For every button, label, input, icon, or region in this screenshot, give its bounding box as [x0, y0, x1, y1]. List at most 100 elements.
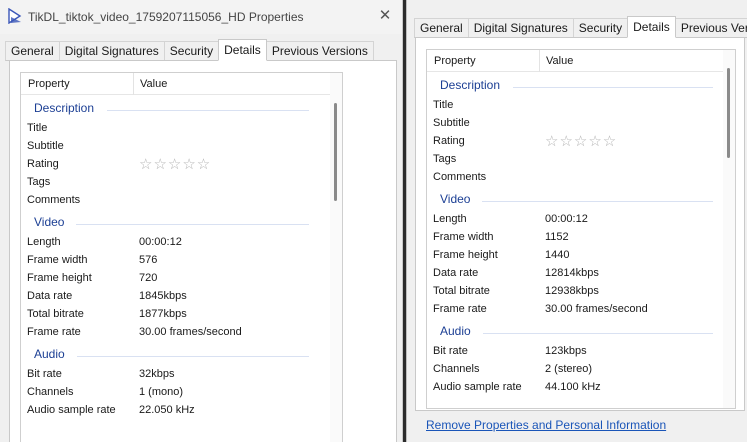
column-value[interactable]: Value [546, 55, 573, 67]
column-value[interactable]: Value [140, 78, 167, 90]
list-item[interactable]: Length 00:00:12 [427, 210, 723, 228]
group-divider [76, 224, 309, 225]
property-label: Tags [27, 176, 51, 188]
tab-security[interactable]: Security [163, 41, 220, 61]
group-audio: Audio [440, 324, 471, 338]
group-divider [482, 201, 713, 202]
property-value: 1152 [545, 231, 569, 243]
column-divider[interactable] [539, 50, 540, 72]
list-item[interactable]: Frame rate 30.00 frames/second [21, 323, 330, 341]
tab-general[interactable]: General [5, 41, 60, 61]
group-description: Description [440, 78, 501, 92]
property-label: Audio sample rate [27, 404, 116, 416]
tab-details[interactable]: Details [218, 39, 267, 61]
list-item[interactable]: Rating ☆☆☆☆☆ [21, 155, 330, 173]
list-item[interactable]: Total bitrate 1877kbps [21, 305, 330, 323]
list-item[interactable]: Rating ☆☆☆☆☆ [427, 132, 723, 150]
list-item[interactable]: Bit rate 32kbps [21, 365, 330, 383]
property-value: 720 [139, 272, 158, 284]
property-value: 12938kbps [545, 285, 599, 297]
list-item[interactable]: Frame height 1440 [427, 246, 723, 264]
list-item[interactable]: Title [427, 96, 723, 114]
property-value: 1845kbps [139, 290, 187, 302]
list-item[interactable]: Audio sample rate 22.050 kHz [21, 401, 330, 419]
scrollbar-thumb[interactable] [727, 68, 730, 158]
title-bar: TikDL_tiktok_video_1759207115056_HD Prop… [0, 0, 402, 34]
property-value: 12814kbps [545, 267, 599, 279]
tab-details[interactable]: Details [627, 16, 676, 38]
property-label: Frame width [433, 231, 494, 243]
details-panel: Property Value Description Title Subtitl… [9, 60, 397, 442]
window-title: TikDL_tiktok_video_1759207115056_HD Prop… [28, 10, 304, 24]
property-label: Frame rate [433, 303, 487, 315]
column-property[interactable]: Property [28, 78, 70, 90]
property-value: 30.00 frames/second [545, 303, 648, 315]
tab-previous-versions[interactable]: Previous Versions [674, 18, 747, 38]
property-label: Length [433, 213, 467, 225]
column-property[interactable]: Property [434, 55, 476, 67]
column-header: Property Value [21, 73, 330, 95]
property-list[interactable]: Property Value Description Title Subtitl… [20, 72, 343, 442]
scrollbar-thumb[interactable] [334, 103, 337, 201]
property-label: Comments [27, 194, 81, 206]
list-item[interactable]: Data rate 12814kbps [427, 264, 723, 282]
list-item[interactable]: Audio sample rate 44.100 kHz [427, 378, 723, 396]
group-divider [107, 110, 309, 111]
list-item[interactable]: Frame rate 30.00 frames/second [427, 300, 723, 318]
property-value: 1 (mono) [139, 386, 184, 398]
property-label: Data rate [27, 290, 73, 302]
list-item[interactable]: Channels 1 (mono) [21, 383, 330, 401]
list-item[interactable]: Frame width 576 [21, 251, 330, 269]
tab-security[interactable]: Security [572, 18, 629, 38]
list-item[interactable]: Data rate 1845kbps [21, 287, 330, 305]
rating-stars-icon[interactable]: ☆☆☆☆☆ [139, 155, 211, 173]
property-label: Rating [433, 135, 465, 147]
list-item[interactable]: Subtitle [21, 137, 330, 155]
remove-properties-link[interactable]: Remove Properties and Personal Informati… [426, 418, 666, 432]
property-label: Frame width [27, 254, 88, 266]
property-label: Bit rate [433, 345, 468, 357]
list-item[interactable]: Comments [21, 191, 330, 209]
list-item[interactable]: Frame height 720 [21, 269, 330, 287]
list-item[interactable]: Tags [427, 150, 723, 168]
property-label: Title [27, 122, 48, 134]
tab-strip: General Digital Signatures Security Deta… [414, 16, 747, 38]
property-value: 30.00 frames/second [139, 326, 242, 338]
list-item[interactable]: Title [21, 119, 330, 137]
tab-digital-signatures[interactable]: Digital Signatures [467, 18, 574, 38]
property-label: Rating [27, 158, 59, 170]
list-item[interactable]: Tags [21, 173, 330, 191]
properties-window-right: General Digital Signatures Security Deta… [406, 0, 747, 442]
tab-general[interactable]: General [414, 18, 469, 38]
close-button[interactable]: ✕ [376, 6, 394, 26]
property-label: Bit rate [27, 368, 62, 380]
vertical-scrollbar[interactable] [723, 50, 735, 408]
group-description: Description [34, 101, 95, 115]
list-item[interactable]: Bit rate 123kbps [427, 342, 723, 360]
vertical-scrollbar[interactable] [330, 73, 342, 442]
list-item[interactable]: Total bitrate 12938kbps [427, 282, 723, 300]
property-value: 00:00:12 [545, 213, 588, 225]
list-item[interactable]: Length 00:00:12 [21, 233, 330, 251]
tab-previous-versions[interactable]: Previous Versions [265, 41, 374, 61]
property-value: 32kbps [139, 368, 175, 380]
group-video: Video [34, 215, 65, 229]
property-value: 1440 [545, 249, 570, 261]
list-item[interactable]: Frame width 1152 [427, 228, 723, 246]
details-panel: Property Value Description Title Subtitl… [415, 37, 745, 411]
property-label: Total bitrate [433, 285, 490, 297]
property-list[interactable]: Property Value Description Title Subtitl… [426, 49, 736, 409]
property-label: Frame height [27, 272, 92, 284]
group-audio: Audio [34, 347, 65, 361]
property-label: Frame height [433, 249, 498, 261]
property-value: 22.050 kHz [139, 404, 195, 416]
tab-digital-signatures[interactable]: Digital Signatures [58, 41, 165, 61]
rating-stars-icon[interactable]: ☆☆☆☆☆ [545, 132, 617, 150]
list-item[interactable]: Channels 2 (stereo) [427, 360, 723, 378]
video-file-icon [8, 8, 22, 24]
list-item[interactable]: Subtitle [427, 114, 723, 132]
property-value: 576 [139, 254, 158, 266]
list-item[interactable]: Comments [427, 168, 723, 186]
column-divider[interactable] [133, 73, 134, 95]
property-value: 44.100 kHz [545, 381, 601, 393]
